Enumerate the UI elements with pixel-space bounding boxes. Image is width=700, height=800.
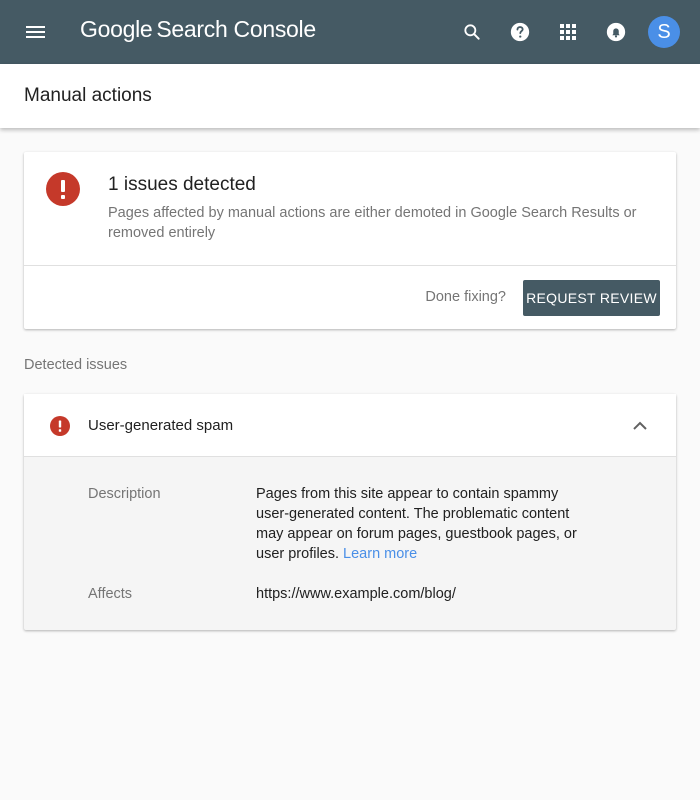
top-app-bar: Google Search Console S: [0, 0, 700, 64]
issue-header[interactable]: User-generated spam: [24, 394, 676, 457]
affects-value: https://www.example.com/blog/: [256, 586, 456, 602]
menu-icon[interactable]: [24, 20, 48, 44]
done-fixing-label: Done fixing?: [425, 289, 506, 305]
request-review-button[interactable]: REQUEST REVIEW: [523, 280, 660, 316]
notifications-icon[interactable]: [604, 20, 628, 44]
product-logo[interactable]: Google Search Console: [80, 16, 316, 43]
summary-card: 1 issues detected Pages affected by manu…: [24, 152, 676, 329]
summary-subtitle: Pages affected by manual actions are eit…: [108, 205, 637, 241]
search-icon[interactable]: [460, 20, 484, 44]
description-value: Pages from this site appear to contain s…: [256, 484, 586, 564]
description-label: Description: [88, 486, 161, 502]
page-header: Manual actions: [0, 64, 700, 128]
error-icon: [50, 416, 70, 436]
issue-card: User-generated spam Description Pages fr…: [24, 394, 676, 630]
chevron-up-icon[interactable]: [630, 418, 650, 434]
logo-google: Google: [80, 16, 153, 42]
affects-label: Affects: [88, 586, 133, 602]
account-avatar[interactable]: S: [648, 16, 680, 48]
help-icon[interactable]: [508, 20, 532, 44]
page-title: Manual actions: [24, 85, 152, 106]
logo-product: Search Console: [156, 16, 316, 42]
apps-icon[interactable]: [556, 20, 580, 44]
error-icon: [46, 172, 80, 206]
issue-title: User-generated spam: [88, 417, 234, 434]
divider: [24, 265, 676, 266]
issues-count-title: 1 issues detected: [108, 174, 256, 195]
detected-issues-label: Detected issues: [24, 357, 128, 373]
learn-more-link[interactable]: Learn more: [343, 546, 417, 562]
